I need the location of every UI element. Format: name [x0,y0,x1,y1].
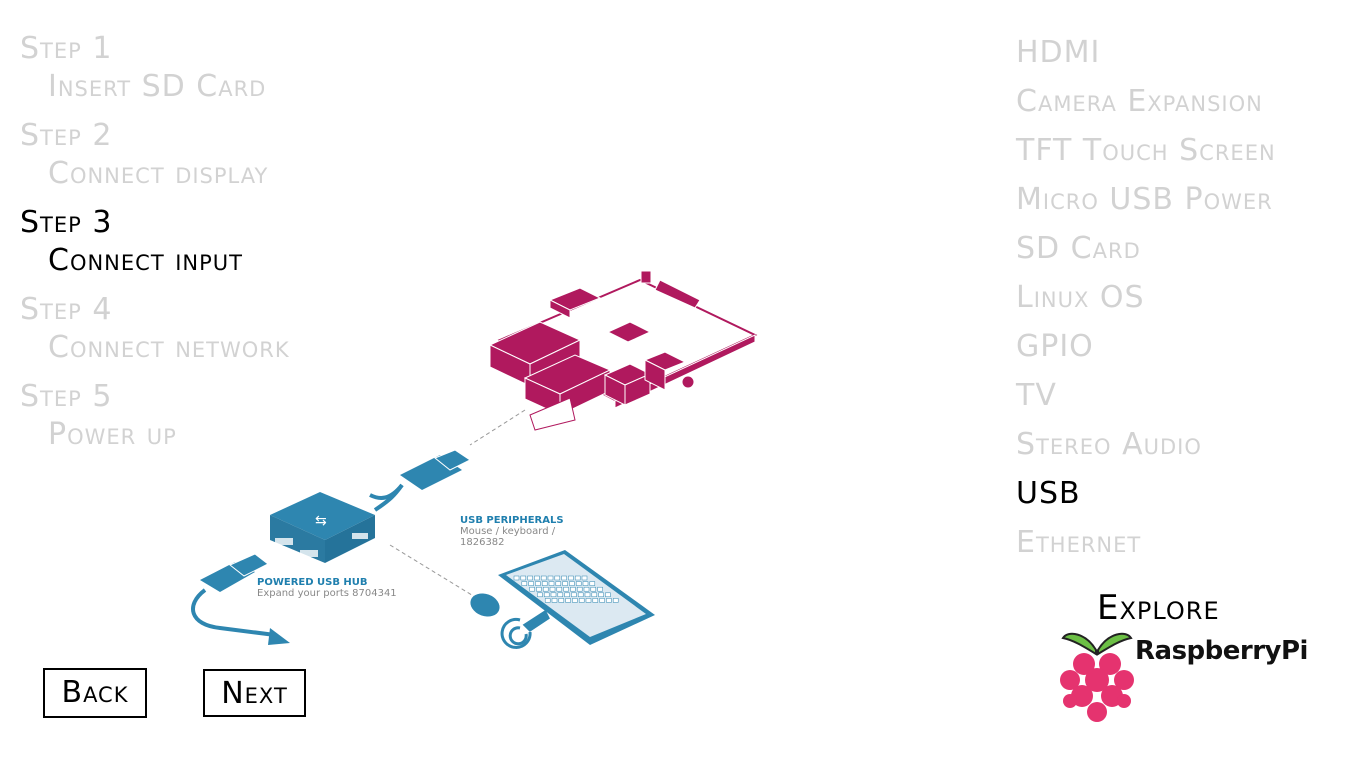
keyboard-key [557,592,564,598]
keyboard-key [598,592,604,598]
keyboard-key [521,581,528,586]
keyboard-key [529,586,535,592]
component-linux-os[interactable]: Linux OS [1016,273,1276,322]
keyboard-key [597,586,603,592]
keyboard-key [556,586,563,592]
keyboard-key [592,598,599,603]
back-button[interactable]: Back [43,668,147,718]
component-camera-expansion[interactable]: Camera Expansion [1016,77,1276,126]
keyboard-key [541,581,548,586]
peripherals-title: USB PERIPHERALS [460,515,564,526]
keyboard-key [543,592,550,598]
wireless-dongle-icon [500,609,550,649]
keyboard-key [577,592,584,598]
step-heading: Step 1 [20,31,113,66]
component-stereo-audio[interactable]: Stereo Audio [1016,420,1276,469]
keyboard-key [554,575,561,581]
keyboard-key [606,598,612,603]
keyboard-key [549,586,556,592]
keyboard-key [585,598,592,603]
connector-line-peripherals [389,544,481,601]
keyboard-key [599,598,605,603]
usb-illustration: ⇆ POWERED USB HUB Expand your ports 8704… [180,260,780,664]
keyboard-key [564,592,570,598]
keyboard-key [578,598,585,603]
keyboard-key [576,586,583,592]
keyboard-key [520,575,527,581]
peripherals-description-1: Mouse / keyboard / [460,526,556,537]
step-heading: Step 2 [20,118,113,153]
usb-cable-icon [191,553,290,645]
keyboard-key [537,592,543,598]
keyboard-key [583,586,590,592]
component-ethernet[interactable]: Ethernet [1016,518,1276,567]
keyboard-key [561,575,567,581]
connector-line-board [469,409,526,446]
raspberry-icon [1060,632,1134,722]
keyboard-key [535,581,541,586]
keyboard-key [569,581,575,586]
keyboard-key [527,575,533,581]
illustration-graphic: ⇆ [191,270,758,649]
component-tft-touch-screen[interactable]: TFT Touch Screen [1016,126,1276,175]
step-title: Insert SD Card [48,69,267,104]
usb-plug-icon [369,356,471,500]
keyboard-key [562,581,568,586]
component-usb[interactable]: USB [1016,469,1276,518]
component-sd-card[interactable]: SD Card [1016,224,1276,273]
keyboard-key [575,581,582,586]
keyboard-key [565,598,571,603]
keyboard-key [591,592,598,598]
keyboard-key [555,581,562,586]
peripherals-label: USB PERIPHERALS Mouse / keyboard / 18263… [460,515,564,548]
keyboard-key [536,586,542,592]
keyboard-key [571,592,577,598]
keyboard-icon [498,550,655,645]
keyboard-key [528,581,534,586]
step-2[interactable]: Step 2 Connect display [20,117,290,204]
explore-heading: Explore [1097,588,1220,628]
keyboard-key [581,575,588,581]
keyboard-key [612,598,619,603]
component-tv[interactable]: TV [1016,371,1276,420]
mouse-icon [470,593,500,617]
components-list: HDMI Camera Expansion TFT Touch Screen M… [1016,28,1276,567]
step-1[interactable]: Step 1 Insert SD Card [20,30,290,117]
component-hdmi[interactable]: HDMI [1016,28,1276,77]
keyboard-key [551,598,558,603]
peripherals-description-2: 1826382 [460,537,505,548]
component-micro-usb-power[interactable]: Micro USB Power [1016,175,1276,224]
keyboard-key [513,575,520,581]
keyboard-key [582,581,589,586]
raspberry-pi-brand[interactable]: RaspberryPi [1135,636,1308,666]
keyboard-key [542,586,549,592]
keyboard-key [584,592,591,598]
keyboard-key [550,592,557,598]
keyboard-key [574,575,581,581]
hub-description: Expand your ports 8704341 [257,588,397,599]
keyboard-key [570,586,576,592]
keyboard-key [558,598,565,603]
keyboard-key [589,581,596,586]
keyboard-key [547,575,554,581]
component-gpio[interactable]: GPIO [1016,322,1276,371]
keyboard-key [544,598,551,603]
keyboard-key [540,575,547,581]
keyboard-key [548,581,555,586]
svg-text:⇆: ⇆ [315,513,327,529]
keyboard-key [534,575,540,581]
keyboard-key [568,575,574,581]
hub-title: POWERED USB HUB [257,577,368,588]
raspberry-pi-board-icon [488,270,758,431]
keyboard-key [590,586,597,592]
hub-label: POWERED USB HUB Expand your ports 870434… [257,577,397,599]
step-title: Connect display [48,156,269,191]
step-heading: Step 3 [20,205,113,240]
next-button[interactable]: Next [203,669,306,717]
keyboard-key [572,598,578,603]
keyboard-key [563,586,569,592]
raspberry-pi-logo-icon[interactable] [1058,628,1138,727]
keyboard-key [605,592,611,598]
